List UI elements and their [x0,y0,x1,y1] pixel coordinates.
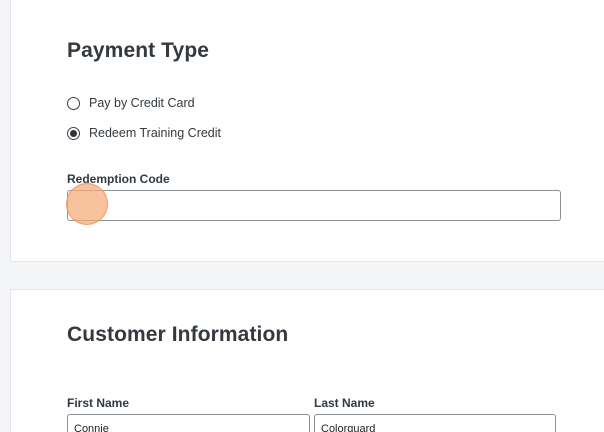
first-name-input[interactable] [67,414,310,432]
radio-selected-icon[interactable] [67,126,80,140]
redemption-code-input[interactable] [67,190,561,221]
redemption-code-label: Redemption Code [67,172,170,186]
radio-dot-icon [70,129,77,137]
radio-unselected-icon[interactable] [67,96,80,110]
redeem-training-credit-option[interactable]: Redeem Training Credit [67,124,221,142]
payment-type-title: Payment Type [67,39,210,62]
payment-type-card: Payment Type Pay by Credit Card Redeem T… [10,0,604,262]
last-name-label: Last Name [314,396,375,410]
pay-by-credit-card-option[interactable]: Pay by Credit Card [67,94,195,112]
first-name-label: First Name [67,396,130,410]
checkout-page: Payment Type Pay by Credit Card Redeem T… [0,0,604,432]
last-name-input[interactable] [314,414,556,432]
redeem-training-credit-label: Redeem Training Credit [89,126,222,140]
pay-by-credit-card-label: Pay by Credit Card [89,96,195,110]
customer-information-title: Customer Information [67,323,289,346]
customer-information-card: Customer Information First Name Last Nam… [10,289,604,432]
